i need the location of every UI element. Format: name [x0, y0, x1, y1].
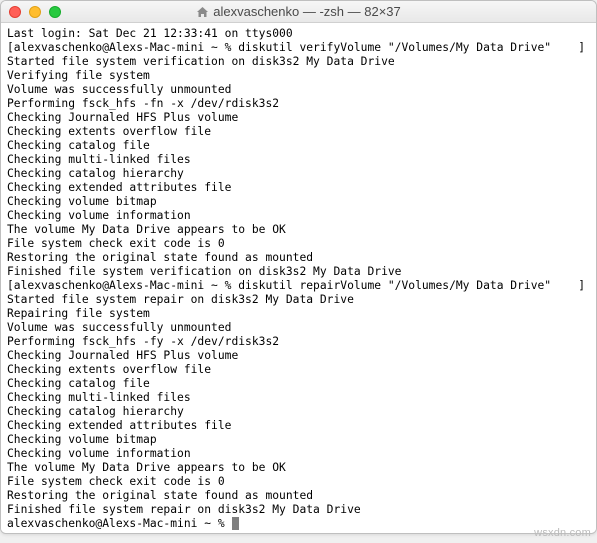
terminal-line: Checking volume information — [7, 447, 590, 461]
terminal-line: Started file system repair on disk3s2 My… — [7, 293, 590, 307]
terminal-line: Finished file system verification on dis… — [7, 265, 590, 279]
terminal-line: Checking catalog file — [7, 377, 590, 391]
terminal-line: Checking extents overflow file — [7, 363, 590, 377]
terminal-line: File system check exit code is 0 — [7, 237, 590, 251]
terminal-body[interactable]: Last login: Sat Dec 21 12:33:41 on ttys0… — [1, 23, 596, 533]
terminal-line: Volume was successfully unmounted — [7, 83, 590, 97]
terminal-line: Restoring the original state found as mo… — [7, 251, 590, 265]
window-controls — [9, 6, 61, 18]
titlebar[interactable]: alexvaschenko — -zsh — 82×37 — [1, 1, 596, 23]
terminal-prompt-line[interactable]: alexvaschenko@Alexs-Mac-mini ~ % — [7, 517, 590, 531]
terminal-line: Performing fsck_hfs -fn -x /dev/rdisk3s2 — [7, 97, 590, 111]
title-wrap: alexvaschenko — -zsh — 82×37 — [1, 4, 596, 19]
home-icon — [196, 6, 209, 18]
terminal-line: [alexvaschenko@Alexs-Mac-mini ~ % diskut… — [7, 41, 590, 55]
terminal-line: Checking volume information — [7, 209, 590, 223]
terminal-line: Verifying file system — [7, 69, 590, 83]
terminal-line: Checking extents overflow file — [7, 125, 590, 139]
terminal-line: Last login: Sat Dec 21 12:33:41 on ttys0… — [7, 27, 590, 41]
terminal-line: Checking catalog hierarchy — [7, 405, 590, 419]
terminal-line: Checking multi-linked files — [7, 391, 590, 405]
terminal-line: Started file system verification on disk… — [7, 55, 590, 69]
cursor-icon — [232, 517, 239, 530]
terminal-line: [alexvaschenko@Alexs-Mac-mini ~ % diskut… — [7, 279, 590, 293]
terminal-line: Checking volume bitmap — [7, 433, 590, 447]
terminal-line: Checking extended attributes file — [7, 419, 590, 433]
terminal-line: Checking catalog file — [7, 139, 590, 153]
terminal-line: Checking multi-linked files — [7, 153, 590, 167]
terminal-window: alexvaschenko — -zsh — 82×37 Last login:… — [0, 0, 597, 534]
terminal-line: Checking catalog hierarchy — [7, 167, 590, 181]
terminal-line: Performing fsck_hfs -fy -x /dev/rdisk3s2 — [7, 335, 590, 349]
terminal-line: Checking volume bitmap — [7, 195, 590, 209]
close-button[interactable] — [9, 6, 21, 18]
minimize-button[interactable] — [29, 6, 41, 18]
terminal-line: Volume was successfully unmounted — [7, 321, 590, 335]
terminal-line: Restoring the original state found as mo… — [7, 489, 590, 503]
terminal-line: File system check exit code is 0 — [7, 475, 590, 489]
terminal-line: The volume My Data Drive appears to be O… — [7, 461, 590, 475]
terminal-line: Checking extended attributes file — [7, 181, 590, 195]
terminal-prompt: alexvaschenko@Alexs-Mac-mini ~ % — [7, 517, 231, 530]
terminal-line: Finished file system repair on disk3s2 M… — [7, 503, 590, 517]
terminal-line: Repairing file system — [7, 307, 590, 321]
terminal-line: Checking Journaled HFS Plus volume — [7, 111, 590, 125]
maximize-button[interactable] — [49, 6, 61, 18]
terminal-line: The volume My Data Drive appears to be O… — [7, 223, 590, 237]
terminal-line: Checking Journaled HFS Plus volume — [7, 349, 590, 363]
watermark: wsxdn.com — [534, 527, 591, 539]
window-title: alexvaschenko — -zsh — 82×37 — [213, 4, 401, 19]
